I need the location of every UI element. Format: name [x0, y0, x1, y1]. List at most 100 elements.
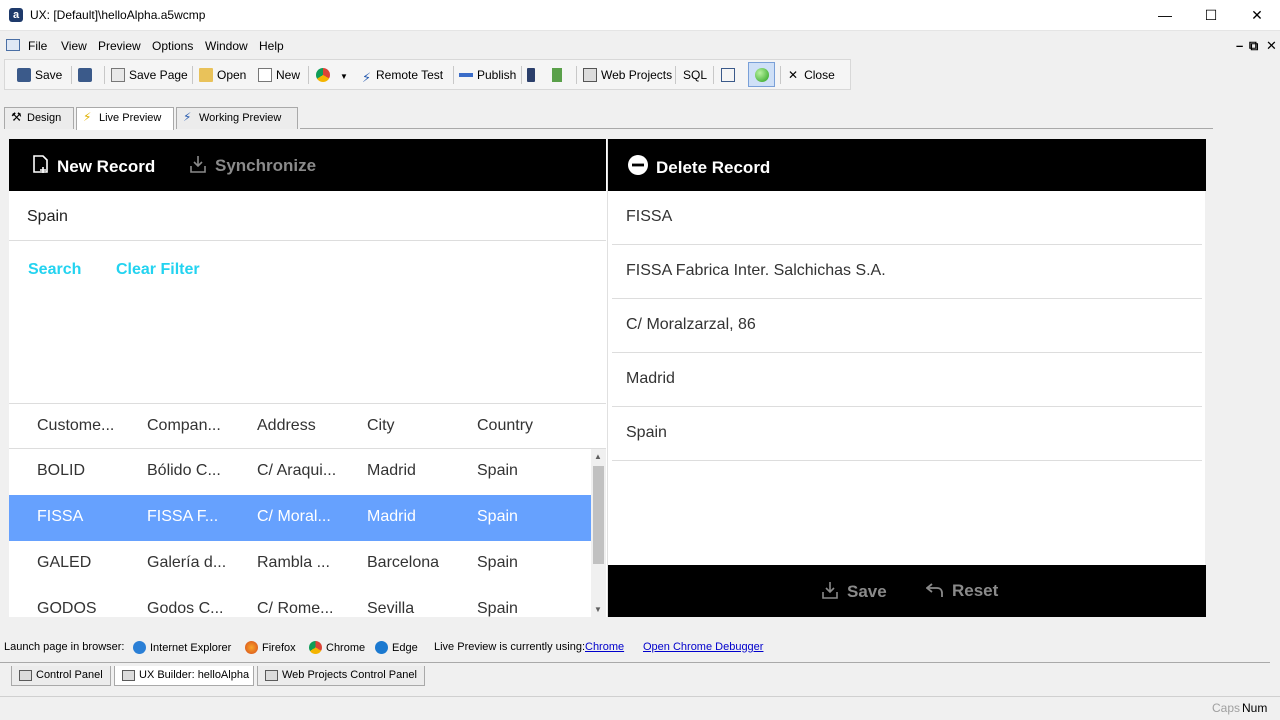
menu-file[interactable]: File [28, 39, 47, 53]
firefox-icon [245, 641, 258, 654]
table-row[interactable]: BOLID Bólido C... C/ Araqui... Madrid Sp… [9, 449, 591, 495]
launch-firefox[interactable]: Firefox [245, 641, 296, 654]
customer-id-field[interactable]: FISSA [612, 191, 1202, 245]
system-menu-icon[interactable] [6, 39, 20, 51]
deploy-button[interactable] [552, 66, 566, 84]
cell-address: C/ Araqui... [257, 462, 337, 479]
new-record-button[interactable]: New Record [33, 155, 155, 179]
cell-city: Madrid [367, 508, 416, 525]
toolbar-separator [71, 66, 72, 84]
table-row[interactable]: GALED Galería d... Rambla ... Barcelona … [9, 541, 591, 587]
publish-button[interactable]: Publish [459, 66, 516, 84]
cell-country: Spain [477, 508, 518, 525]
close-window-button[interactable]: ✕ [1234, 0, 1280, 31]
launch-internet-explorer[interactable]: Internet Explorer [133, 641, 231, 654]
launch-chrome[interactable]: Chrome [309, 641, 365, 654]
text-properties-button[interactable] [721, 66, 739, 84]
maximize-button[interactable]: ☐ [1188, 0, 1234, 31]
save-button[interactable]: Save [17, 66, 62, 84]
column-header-company[interactable]: Compan... [147, 417, 235, 435]
web-projects-button[interactable]: Web Projects [583, 66, 672, 84]
search-button[interactable]: Search [28, 261, 81, 279]
tab-control-panel[interactable]: Control Panel [11, 666, 111, 686]
new-document-icon [258, 68, 272, 82]
tab-ux-builder[interactable]: UX Builder: helloAlpha [114, 666, 254, 686]
cell-company: Galería d... [147, 554, 227, 571]
synchronize-button[interactable]: Synchronize [189, 155, 316, 178]
close-icon: ✕ [788, 68, 799, 82]
toolbar-separator [713, 66, 714, 84]
live-status-toggle[interactable] [748, 62, 775, 87]
tab-live-preview[interactable]: ⚡ Live Preview [76, 107, 174, 130]
caps-lock-indicator: Caps [1212, 701, 1241, 715]
reset-button[interactable]: Reset [925, 581, 998, 603]
menu-help[interactable]: Help [259, 39, 284, 53]
delete-record-button[interactable]: Delete Record [628, 155, 770, 180]
clear-filter-button[interactable]: Clear Filter [116, 261, 200, 279]
save-record-button[interactable]: Save [821, 581, 887, 604]
menu-window[interactable]: Window [205, 39, 248, 53]
cell-country: Spain [477, 600, 518, 617]
save-page-button[interactable]: Save Page [111, 66, 188, 84]
detail-toolbar: Delete Record [608, 139, 1206, 191]
sql-button[interactable]: SQL [683, 66, 707, 84]
remote-test-button[interactable]: ⚡ Remote Test [362, 66, 443, 85]
open-chrome-debugger-link[interactable]: Open Chrome Debugger [643, 641, 763, 653]
company-name-field[interactable]: FISSA Fabrica Inter. Salchichas S.A. [612, 245, 1202, 299]
menu-preview[interactable]: Preview [98, 39, 141, 53]
scroll-up-icon[interactable]: ▲ [594, 452, 602, 461]
minimize-button[interactable]: — [1142, 0, 1188, 31]
chrome-icon [316, 68, 330, 82]
phone-icon [527, 68, 535, 82]
cell-city: Barcelona [367, 554, 440, 571]
text-format-icon [721, 68, 735, 82]
column-header-country[interactable]: Country [477, 417, 565, 435]
menu-bar: File View Preview Options Window Help [0, 36, 1280, 56]
country-field[interactable]: Spain [612, 407, 1202, 461]
browser-select-button[interactable]: ▼ [316, 66, 348, 84]
table-row-selected[interactable]: FISSA FISSA F... C/ Moral... Madrid Spai… [9, 495, 591, 541]
tab-working-preview[interactable]: ⚡ Working Preview [176, 107, 298, 129]
launch-edge[interactable]: Edge [375, 641, 418, 654]
floppy-disk-icon [17, 68, 31, 82]
grid-scrollbar[interactable]: ▲ ▼ [591, 449, 606, 617]
city-field[interactable]: Madrid [612, 353, 1202, 407]
menu-options[interactable]: Options [152, 39, 193, 53]
new-button[interactable]: New [258, 66, 300, 84]
column-header-customer[interactable]: Custome... [37, 417, 125, 435]
mdi-minimize-icon[interactable]: – [1236, 38, 1243, 53]
chevron-down-icon: ▼ [340, 72, 348, 81]
launch-label: Launch page in browser: [4, 641, 125, 653]
cell-address: C/ Moral... [257, 508, 331, 525]
mdi-close-icon[interactable]: ✕ [1266, 38, 1277, 54]
current-browser-link[interactable]: Chrome [585, 641, 624, 653]
live-preview-using-label: Live Preview is currently using: [434, 641, 586, 653]
download-tray-icon [189, 155, 207, 178]
minus-circle-icon [628, 155, 648, 180]
tab-web-projects-control-panel[interactable]: Web Projects Control Panel [257, 666, 425, 686]
ux-builder-icon [122, 670, 135, 681]
column-header-city[interactable]: City [367, 417, 455, 435]
mobile-preview-button[interactable] [527, 66, 539, 84]
scrollbar-thumb[interactable] [593, 466, 604, 564]
title-bar: a UX: [Default]\helloAlpha.a5wcmp — ☐ ✕ [0, 0, 1280, 31]
control-panel-icon [19, 670, 32, 681]
open-button[interactable]: Open [199, 66, 246, 84]
undo-arrow-icon [925, 582, 944, 603]
cell-country: Spain [477, 462, 518, 479]
mdi-restore-icon[interactable]: ⧉ [1249, 38, 1258, 54]
table-row[interactable]: GODOS Godos C... C/ Rome... Sevilla Spai… [9, 587, 591, 617]
menu-view[interactable]: View [61, 39, 87, 53]
address-field[interactable]: C/ Moralzarzal, 86 [612, 299, 1202, 353]
internet-explorer-icon [133, 641, 146, 654]
search-input[interactable]: Spain [9, 191, 606, 241]
close-button[interactable]: ✕ Close [788, 66, 835, 84]
tab-design[interactable]: ⚒ Design [4, 107, 74, 129]
toolbar-separator [308, 66, 309, 84]
cell-address: Rambla ... [257, 554, 330, 571]
save-all-button[interactable] [78, 66, 96, 84]
cell-customer: BOLID [37, 462, 86, 479]
cell-company: Godos C... [147, 600, 224, 617]
scroll-down-icon[interactable]: ▼ [594, 605, 602, 614]
column-header-address[interactable]: Address [257, 417, 345, 435]
